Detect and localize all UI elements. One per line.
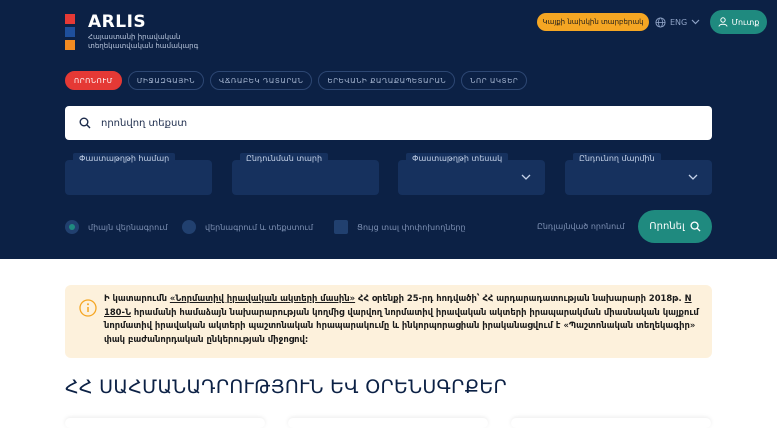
radio-indicator[interactable] (182, 220, 196, 234)
info-icon (79, 299, 97, 317)
adopting-body-label: Ընդունող մարմին (573, 153, 661, 164)
info-notice: Ի կատարումն «Նորմատիվ իրավական ակտերի մա… (65, 285, 712, 358)
tab-court-of-cassation[interactable]: ՎՃՌԱԲԵԿ ԴԱՏԱՐԱՆ (210, 71, 313, 90)
radio-title-and-text[interactable]: վերնագրում և տեքստում (182, 220, 313, 234)
show-changes-checkbox[interactable]: Ցույց տալ փոփոխողները (334, 220, 466, 234)
chevron-down-icon (691, 19, 700, 25)
show-changes-label: Ցույց տալ փոփոխողները (357, 222, 466, 232)
radio-title-only-label: միայն վերնագրում (88, 222, 168, 232)
notice-part: Ի կատարումն (104, 293, 170, 303)
tab-new-acts[interactable]: ՆՈՐ ԱԿՏԵՐ (461, 71, 528, 90)
globe-icon (655, 16, 666, 28)
notice-text: Ի կատարումն «Նորմատիվ իրավական ակտերի մա… (104, 292, 704, 346)
hero-section: ARLIS Հայաստանի իրավական տեղեկատվական հա… (0, 0, 777, 259)
login-label: Մուտք (731, 17, 760, 27)
category-card[interactable] (65, 418, 265, 428)
radio-indicator[interactable] (65, 220, 79, 234)
logo-title[interactable]: ARLIS (88, 12, 146, 32)
logo-subtitle: Հայաստանի իրավական տեղեկատվական համակարգ (88, 33, 199, 50)
language-label: ENG (670, 17, 688, 27)
adopting-body-select[interactable]: Ընդունող մարմին (565, 153, 712, 195)
document-type-label: Փաստաթղթի տեսակ (406, 153, 509, 164)
search-button-label: Որոնել (649, 221, 685, 232)
search-button[interactable]: Որոնել (638, 210, 712, 243)
search-icon (79, 117, 91, 129)
radio-title-only[interactable]: միայն վերնագրում (65, 220, 168, 234)
user-icon (718, 17, 728, 27)
adoption-year-field[interactable]: Ընդունման տարի (232, 153, 379, 195)
search-icon (690, 221, 701, 232)
document-number-label: Փաստաթղթի համար (73, 153, 176, 164)
advanced-search-link[interactable]: Ընդլայնված որոնում (537, 222, 625, 231)
checkbox-indicator[interactable] (334, 220, 348, 234)
notice-part: հրամանի համաձայն նախարարության կողմից վա… (104, 306, 699, 344)
radio-title-and-text-label: վերնագրում և տեքստում (205, 222, 314, 232)
tab-yerevan-municipality[interactable]: ԵՐԵՎԱՆԻ ՔԱՂԱՔԱՊԵՏԱՐԱՆ (318, 71, 456, 90)
category-card[interactable] (511, 418, 711, 428)
document-number-field[interactable]: Փաստաթղթի համար (65, 153, 212, 195)
search-tabs: ՈՐՈՆՈՒՄ ՄԻՋԱԶԳԱՅԻՆ ՎՃՌԱԲԵԿ ԴԱՏԱՐԱՆ ԵՐԵՎԱ… (65, 71, 528, 90)
logo-mark[interactable] (65, 14, 76, 51)
adoption-year-label: Ընդունման տարի (240, 153, 329, 164)
document-type-select[interactable]: Փաստաթղթի տեսակ (398, 153, 545, 195)
section-title: ՀՀ ՍԱՀՄԱՆԱԴՐՈՒԹՅՈՒՆ ԵՎ ՕՐԵՆՍԳՐՔԵՐ (65, 376, 508, 398)
search-placeholder: որոնվող տեքստ (101, 117, 188, 129)
login-button[interactable]: Մուտք (710, 10, 767, 34)
law-link[interactable]: «Նորմատիվ իրավական ակտերի մասին» (170, 293, 355, 303)
tab-international[interactable]: ՄԻՋԱԶԳԱՅԻՆ (127, 71, 205, 90)
category-card[interactable] (288, 418, 488, 428)
language-switcher[interactable]: ENG (655, 13, 700, 31)
search-input[interactable]: որոնվող տեքստ (65, 106, 712, 140)
old-version-button[interactable]: Կայքի նախկին տարբերակ (537, 13, 649, 31)
chevron-down-icon (688, 174, 698, 180)
notice-part: ՀՀ օրենքի 25-րդ հոդվածի՝ ՀՀ արդարադատութ… (355, 293, 685, 303)
chevron-down-icon (521, 174, 531, 180)
tab-search[interactable]: ՈՐՈՆՈՒՄ (65, 71, 122, 90)
